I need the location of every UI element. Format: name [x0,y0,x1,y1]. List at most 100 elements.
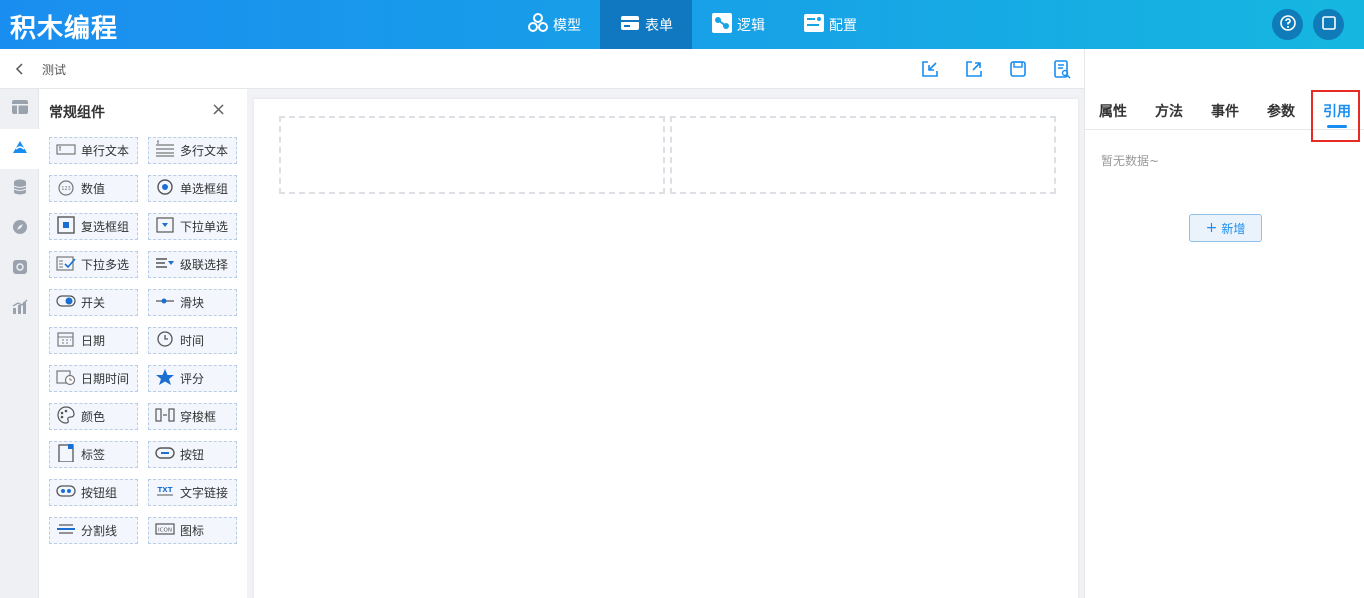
component-slider[interactable]: 滑块 [148,289,237,316]
help-icon [1279,14,1297,36]
main-nav: 模型 表单 逻辑 配置 [508,0,876,49]
component-color[interactable]: 颜色 [49,403,138,430]
component-label: 分割线 [81,524,118,538]
iconbar-navigation[interactable] [0,209,39,249]
tab-params[interactable]: 参数 [1267,101,1295,121]
component-radio-group[interactable]: 单选框组 [148,175,237,202]
nav-form[interactable]: 表单 [600,0,692,49]
component-label: 单选框组 [180,182,229,196]
component-button-group[interactable]: 按钮组 [49,479,138,506]
component-multi-select[interactable]: 下拉多选 [49,251,138,278]
component-date[interactable]: 日期 [49,327,138,354]
number-icon: 123 [56,178,76,199]
component-switch[interactable]: 开关 [49,289,138,316]
component-label: 下拉多选 [81,258,130,272]
icon-icon: ICON [155,520,175,541]
component-icon[interactable]: ICON 图标 [148,517,237,544]
component-cascader[interactable]: 级联选择 [148,251,237,278]
time-icon [155,330,175,351]
component-label: 按钮 [180,448,205,462]
component-time[interactable]: 时间 [148,327,237,354]
radio-group-icon [155,178,175,199]
component-number[interactable]: 123 数值 [49,175,138,202]
component-label: 单行文本 [81,144,130,158]
iconbar-settings[interactable] [0,249,39,289]
component-label: 文字链接 [180,486,229,500]
layout-icon [11,98,29,120]
button-group-icon [56,482,76,503]
import-icon[interactable] [920,59,940,79]
add-button[interactable]: + 新增 [1189,214,1262,242]
component-label: 滑块 [180,296,205,310]
nav-config[interactable]: 配置 [784,0,876,49]
svg-text:123: 123 [61,186,71,192]
iconbar-layout[interactable] [0,89,39,129]
component-icon [11,138,29,160]
fullscreen-button[interactable] [1313,9,1344,40]
component-label: 评分 [180,372,205,386]
grid-column-slot[interactable] [279,116,665,194]
nav-form-label: 表单 [645,17,673,34]
button-icon [155,444,175,465]
component-label: 级联选择 [180,258,229,272]
component-label: 下拉单选 [180,220,229,234]
component-label: 日期 [81,334,106,348]
export-icon[interactable] [964,59,984,79]
component-label: 穿梭框 [180,410,217,424]
component-label: 多行文本 [180,144,229,158]
component-select[interactable]: 下拉单选 [148,213,237,240]
nav-config-label: 配置 [829,17,857,34]
rate-icon [155,368,175,389]
component-divider[interactable]: 分割线 [49,517,138,544]
help-button[interactable] [1272,9,1303,40]
component-label: 数值 [81,182,106,196]
designer-toolbar: 测试 [0,49,1084,89]
highlight-box [1311,90,1360,142]
svg-text:TXT: TXT [158,486,173,494]
component-label: 标签 [81,448,106,462]
component-label: 开关 [81,296,106,310]
component-text-link[interactable]: TXT 文字链接 [148,479,237,506]
svg-text:ICON: ICON [158,528,172,534]
iconbar-chart[interactable] [0,289,39,329]
form-icon [619,12,641,38]
switch-icon [56,292,76,313]
logic-icon [711,12,733,38]
component-multi-line-text[interactable]: 多行文本 [148,137,237,164]
component-datetime[interactable]: 日期时间 [49,365,138,392]
component-tag[interactable]: 标签 [49,441,138,468]
nav-model[interactable]: 模型 [508,0,600,49]
form-canvas[interactable] [254,99,1078,598]
back-icon[interactable] [13,61,27,75]
component-button[interactable]: 按钮 [148,441,237,468]
text-link-icon: TXT [155,482,175,503]
component-transfer[interactable]: 穿梭框 [148,403,237,430]
tab-events[interactable]: 事件 [1211,101,1239,121]
preview-icon[interactable] [1052,59,1072,79]
palette-title: 常规组件 [49,105,105,121]
component-checkbox-group[interactable]: 复选框组 [49,213,138,240]
settings-icon [11,258,29,280]
empty-state-text: 暂无数据~ [1101,154,1160,168]
checkbox-group-icon [56,216,76,237]
grid-column-slot[interactable] [670,116,1056,194]
save-icon[interactable] [1008,59,1028,79]
nav-logic[interactable]: 逻辑 [692,0,784,49]
plus-icon: + [1205,220,1218,236]
nav-model-label: 模型 [553,17,581,34]
component-label: 图标 [180,524,205,538]
component-label: 按钮组 [81,486,118,500]
component-single-line-text[interactable]: 单行文本 [49,137,138,164]
database-icon [11,178,29,200]
iconbar-database[interactable] [0,169,39,209]
component-palette: 常规组件 × 单行文本 多行文本 123 数值 单选框组 复选框组 下拉单选 下拉… [39,89,247,598]
tab-properties[interactable]: 属性 [1099,101,1127,121]
tab-methods[interactable]: 方法 [1155,101,1183,121]
nav-logic-label: 逻辑 [737,17,765,34]
component-rate[interactable]: 评分 [148,365,237,392]
iconbar-component[interactable] [0,129,39,169]
cascader-icon [155,254,175,275]
date-icon [56,330,76,351]
close-icon[interactable]: × [211,99,226,120]
slider-icon [155,292,175,313]
